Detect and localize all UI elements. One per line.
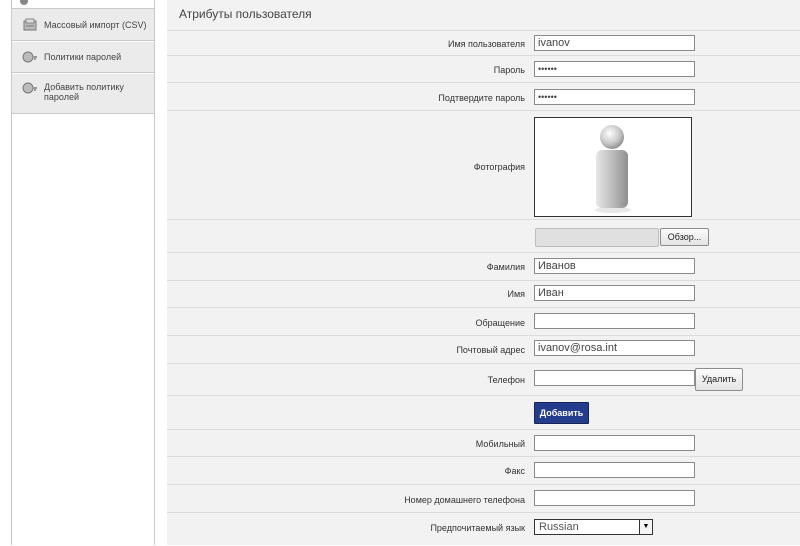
- salutation-row: Обращение: [167, 307, 800, 336]
- fax-input[interactable]: [534, 462, 695, 478]
- confirm-password-label: Подтвердите пароль: [438, 93, 525, 103]
- lastname-row: Фамилия Иванов: [167, 252, 800, 281]
- sidebar-item-label: Политики паролей: [44, 52, 122, 62]
- photo-upload-row: Обзор...: [167, 219, 800, 253]
- firstname-row: Имя Иван: [167, 280, 800, 308]
- password-row: Пароль ••••••: [167, 55, 800, 83]
- photo-preview: [534, 117, 692, 217]
- language-label: Предпочитаемый язык: [430, 523, 525, 533]
- firstname-label: Имя: [507, 289, 525, 299]
- home-phone-label: Номер домашнего телефона: [404, 495, 525, 505]
- salutation-input[interactable]: [534, 313, 695, 329]
- browse-button[interactable]: Обзор...: [660, 228, 709, 246]
- language-row: Предпочитаемый язык Russian ▼: [167, 512, 800, 546]
- sidebar-empty-area: [12, 114, 154, 545]
- chevron-down-icon[interactable]: ▼: [639, 520, 652, 534]
- username-label: Имя пользователя: [447, 39, 525, 49]
- salutation-label: Обращение: [475, 318, 525, 328]
- password-policy-icon: [22, 51, 37, 63]
- remove-phone-button[interactable]: Удалить: [695, 368, 743, 391]
- fax-label: Факс: [504, 466, 525, 476]
- section-title: Атрибуты пользователя: [179, 7, 312, 21]
- password-label: Пароль: [493, 65, 525, 75]
- user-attributes-panel: Атрибуты пользователя Имя пользователя i…: [167, 0, 800, 545]
- mobile-row: Мобильный: [167, 429, 800, 457]
- mobile-input[interactable]: [534, 435, 695, 451]
- phone-label: Телефон: [487, 375, 525, 385]
- mobile-label: Мобильный: [475, 439, 525, 449]
- lastname-label: Фамилия: [486, 262, 525, 272]
- firstname-input[interactable]: Иван: [534, 285, 695, 301]
- phone-input[interactable]: [534, 370, 695, 386]
- photo-label: Фотография: [473, 162, 525, 172]
- photo-file-path[interactable]: [535, 228, 659, 247]
- home-phone-input[interactable]: [534, 490, 695, 506]
- add-policy-icon: [22, 82, 37, 94]
- sidebar-item-password-policies[interactable]: Политики паролей: [12, 42, 154, 73]
- sidebar-item-csv-import[interactable]: Массовый импорт (CSV): [12, 9, 154, 41]
- language-select[interactable]: Russian ▼: [534, 519, 653, 535]
- lastname-input[interactable]: Иванов: [534, 258, 695, 274]
- user-placeholder-icon: [595, 125, 631, 213]
- email-label: Почтовый адрес: [456, 345, 525, 355]
- username-input[interactable]: ivanov: [534, 35, 695, 51]
- email-input[interactable]: ivanov@rosa.int: [534, 340, 695, 356]
- import-icon: [23, 18, 37, 31]
- confirm-password-row: Подтвердите пароль ••••••: [167, 82, 800, 111]
- sidebar: Массовый импорт (CSV) Политики паролей Д…: [11, 0, 155, 545]
- confirm-password-input[interactable]: ••••••: [534, 89, 695, 105]
- phone-row: Телефон Удалить: [167, 363, 800, 396]
- photo-row: Фотография: [167, 110, 800, 220]
- add-phone-row: Добавить: [167, 395, 800, 430]
- language-selected-value: Russian: [539, 521, 579, 533]
- fax-row: Факс: [167, 456, 800, 485]
- email-row: Почтовый адрес ivanov@rosa.int: [167, 335, 800, 364]
- username-row: Имя пользователя ivanov: [167, 30, 800, 56]
- add-button[interactable]: Добавить: [534, 402, 589, 424]
- sidebar-item-add-policy[interactable]: Добавить политику паролей: [12, 74, 154, 114]
- sidebar-top-item[interactable]: [12, 0, 154, 9]
- sidebar-item-label: Добавить политику паролей: [44, 82, 124, 102]
- home-phone-row: Номер домашнего телефона: [167, 484, 800, 513]
- sidebar-item-label: Массовый импорт (CSV): [44, 20, 147, 30]
- gear-icon: [20, 0, 28, 5]
- password-input[interactable]: ••••••: [534, 61, 695, 77]
